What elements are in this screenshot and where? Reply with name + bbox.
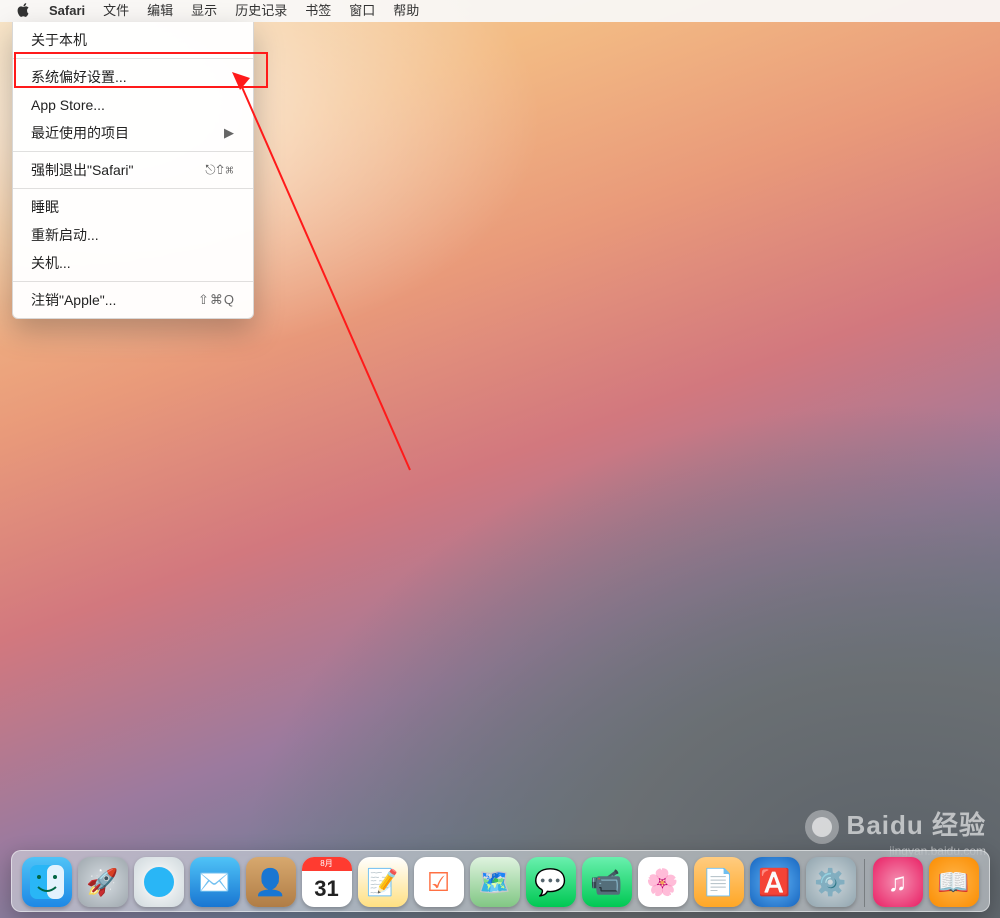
compass-icon [141,864,177,900]
menu-recent-items[interactable]: 最近使用的项目 ▶ [13,119,253,147]
dock-app-reminders[interactable]: ☑︎ [414,857,464,907]
dock-app-notes[interactable]: 📝 [358,857,408,907]
dock-app-contacts[interactable]: 👤 [246,857,296,907]
apple-logo-icon [17,3,31,17]
menu-separator [13,58,253,59]
maps-icon: 🗺️ [478,867,510,898]
dock-app-safari[interactable] [134,857,184,907]
contacts-icon: 👤 [254,867,286,898]
dock-app-ibooks[interactable]: 📖 [929,857,979,907]
music-note-icon: ♫ [888,867,908,898]
menu-separator [13,188,253,189]
menu-label: 关于本机 [31,29,87,51]
menu-logout[interactable]: 注销"Apple"... ⇧⌘Q [13,286,253,314]
dock-app-photos[interactable]: 🌸 [638,857,688,907]
rocket-icon: 🚀 [86,867,118,898]
dock-app-finder[interactable] [22,857,72,907]
menubar-item-bookmarks[interactable]: 书签 [296,0,340,22]
menu-separator [13,281,253,282]
dock-app-itunes[interactable]: ♫ [873,857,923,907]
menu-sleep[interactable]: 睡眠 [13,193,253,221]
book-icon: 📖 [937,867,969,898]
dock-app-calendar[interactable]: 8月 31 [302,857,352,907]
facetime-icon: 📹 [590,867,622,898]
dock-app-appstore[interactable]: 🅰️ [750,857,800,907]
dock: 🚀 ✉️ 👤 8月 31 📝 ☑︎ 🗺️ 💬 📹 🌸 📄 🅰️ [11,850,990,912]
menu-app-store[interactable]: App Store... [13,91,253,119]
dock-app-pages[interactable]: 📄 [694,857,744,907]
finder-icon [30,865,64,899]
mail-icon: ✉️ [198,867,230,898]
dock-app-messages[interactable]: 💬 [526,857,576,907]
menubar-item-file[interactable]: 文件 [94,0,138,22]
apple-menu-dropdown: 关于本机 系统偏好设置... App Store... 最近使用的项目 ▶ 强制… [12,22,254,319]
dock-app-mail[interactable]: ✉️ [190,857,240,907]
calendar-month: 8月 [302,857,352,871]
menu-label: 系统偏好设置... [31,66,127,88]
gear-icon: ⚙️ [814,867,846,898]
menu-label: 最近使用的项目 [31,122,129,144]
messages-icon: 💬 [534,867,566,898]
menu-label: 强制退出"Safari" [31,159,134,181]
appstore-icon: 🅰️ [758,867,790,898]
menubar-item-window[interactable]: 窗口 [340,0,384,22]
apple-menu-button[interactable] [8,0,40,22]
menu-shutdown[interactable]: 关机... [13,249,253,277]
dock-app-launchpad[interactable]: 🚀 [78,857,128,907]
menubar-item-edit[interactable]: 编辑 [138,0,182,22]
menubar-app-name[interactable]: Safari [40,0,94,22]
menu-shortcut: ⇧⌘Q [198,289,235,311]
menu-system-preferences[interactable]: 系统偏好设置... [13,63,253,91]
menubar-item-view[interactable]: 显示 [182,0,226,22]
submenu-arrow-icon: ▶ [224,122,235,144]
menu-about-this-mac[interactable]: 关于本机 [13,26,253,54]
menubar-item-help[interactable]: 帮助 [384,0,428,22]
menu-label: 睡眠 [31,196,59,218]
dock-app-sysprefs[interactable]: ⚙️ [806,857,856,907]
pages-icon: 📄 [702,867,734,898]
dock-container: 🚀 ✉️ 👤 8月 31 📝 ☑︎ 🗺️ 💬 📹 🌸 📄 🅰️ [0,850,1000,912]
menu-label: 关机... [31,252,71,274]
menu-restart[interactable]: 重新启动... [13,221,253,249]
menu-force-quit[interactable]: 强制退出"Safari" ⎋⇧⌘ [13,156,253,184]
menu-shortcut: ⎋⇧⌘ [205,159,235,181]
menubar-item-history[interactable]: 历史记录 [226,0,296,22]
calendar-day: 31 [302,871,352,907]
dock-separator [864,859,865,907]
dock-app-facetime[interactable]: 📹 [582,857,632,907]
menu-label: 注销"Apple"... [31,289,116,311]
reminders-icon: ☑︎ [427,867,450,898]
dock-app-maps[interactable]: 🗺️ [470,857,520,907]
menubar: Safari 文件 编辑 显示 历史记录 书签 窗口 帮助 [0,0,1000,22]
menu-label: App Store... [31,94,105,116]
menu-label: 重新启动... [31,224,99,246]
menu-separator [13,151,253,152]
notes-icon: 📝 [366,867,398,898]
photos-icon: 🌸 [646,867,678,898]
